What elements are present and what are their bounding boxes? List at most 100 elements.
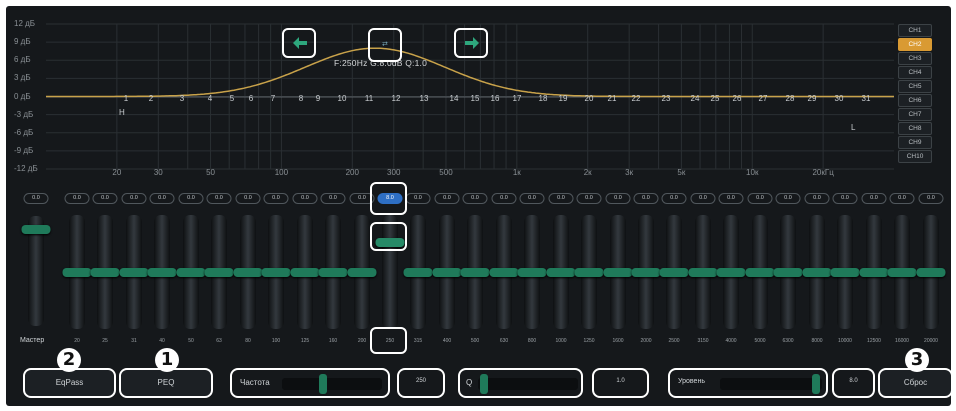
q-slider-thumb[interactable] [480, 374, 488, 394]
band-fader-8000-knob[interactable] [802, 268, 832, 277]
band-fader-12500-value[interactable]: 0.0 [861, 193, 887, 204]
band-fader-80-knob[interactable] [233, 268, 263, 277]
band-fader-2000-value[interactable]: 0.0 [633, 193, 659, 204]
band-fader-160-knob[interactable] [318, 268, 348, 277]
frequency-value-box[interactable]: 250 [397, 368, 445, 398]
band-fader-16000-value[interactable]: 0.0 [889, 193, 915, 204]
band-fader-40-value[interactable]: 0.0 [149, 193, 175, 204]
band-fader-125-value[interactable]: 0.0 [292, 193, 318, 204]
band-fader-25-knob[interactable] [90, 268, 120, 277]
selected-band-handle[interactable]: ⇄ [368, 28, 402, 62]
band-fader-31-value[interactable]: 0.0 [121, 193, 147, 204]
level-slider-track[interactable] [720, 378, 822, 390]
level-value-box[interactable]: 8.0 [832, 368, 875, 398]
channel-button-ch8[interactable]: CH8 [898, 122, 932, 135]
q-slider-track[interactable] [478, 378, 578, 390]
prev-band-button[interactable] [282, 28, 316, 58]
band-fader-63-knob[interactable] [204, 268, 234, 277]
band-fader-315-value[interactable]: 0.0 [405, 193, 431, 204]
band-fader-500-knob[interactable] [460, 268, 490, 277]
band-fader-5000-knob[interactable] [745, 268, 775, 277]
band-fader-800-knob[interactable] [517, 268, 547, 277]
band-fader-20000-value[interactable]: 0.0 [918, 193, 944, 204]
band-fader-3150-value[interactable]: 0.0 [690, 193, 716, 204]
frequency-slider-track[interactable] [282, 378, 382, 390]
band-fader-80-value[interactable]: 0.0 [235, 193, 261, 204]
level-label: Уровень [678, 378, 705, 385]
channel-button-ch1[interactable]: CH1 [898, 24, 932, 37]
band-fader-20000-knob[interactable] [916, 268, 946, 277]
band-fader-40-knob[interactable] [147, 268, 177, 277]
band-fader-10000-value[interactable]: 0.0 [832, 193, 858, 204]
band-number: 15 [470, 94, 480, 103]
band-freq-label: 3150 [697, 338, 709, 344]
band-fader-2500-knob[interactable] [659, 268, 689, 277]
channel-button-ch9[interactable]: CH9 [898, 136, 932, 149]
master-value[interactable]: 0.0 [23, 193, 49, 204]
peq-button[interactable]: PEQ [119, 368, 213, 398]
band-fader-20-knob[interactable] [62, 268, 92, 277]
band-fader-6300-knob[interactable] [773, 268, 803, 277]
band-fader-5000-value[interactable]: 0.0 [747, 193, 773, 204]
band-fader-400-value[interactable]: 0.0 [434, 193, 460, 204]
channel-button-ch7[interactable]: CH7 [898, 108, 932, 121]
band-fader-4000-value[interactable]: 0.0 [718, 193, 744, 204]
level-slider-thumb[interactable] [812, 374, 820, 394]
band-fader-200-knob[interactable] [347, 268, 377, 277]
band-fader-6300-value[interactable]: 0.0 [775, 193, 801, 204]
band-fader-63-value[interactable]: 0.0 [206, 193, 232, 204]
band-number: 10 [337, 94, 347, 103]
band-fader-1600-knob[interactable] [603, 268, 633, 277]
band-fader-25-value[interactable]: 0.0 [92, 193, 118, 204]
channel-button-ch4[interactable]: CH4 [898, 66, 932, 79]
next-band-button[interactable] [454, 28, 488, 58]
channel-button-ch3[interactable]: CH3 [898, 52, 932, 65]
band-number: 11 [364, 94, 374, 103]
eq-graph[interactable]: 12 дБ 9 дБ 6 дБ 3 дБ 0 дБ -3 дБ -6 дБ -9 дБ -12 … [6, 6, 951, 186]
band-fader-2000-knob[interactable] [631, 268, 661, 277]
master-fader-knob[interactable] [21, 225, 51, 234]
band-fader-4000-knob[interactable] [716, 268, 746, 277]
band-fader-125-knob[interactable] [290, 268, 320, 277]
band-fader-2500-value[interactable]: 0.0 [661, 193, 687, 204]
frequency-slider-thumb[interactable] [319, 374, 327, 394]
band-fader-12500-knob[interactable] [859, 268, 889, 277]
band-number: 13 [419, 94, 429, 103]
y-tick-label: -3 дБ [14, 109, 34, 119]
band-fader-16000-knob[interactable] [887, 268, 917, 277]
band-freq-label: 20000 [924, 338, 938, 344]
channel-button-ch10[interactable]: CH10 [898, 150, 932, 163]
band-fader-500-value[interactable]: 0.0 [462, 193, 488, 204]
band-fader-50-knob[interactable] [176, 268, 206, 277]
band-fader-31-knob[interactable] [119, 268, 149, 277]
q-value-box[interactable]: 1.0 [592, 368, 649, 398]
band-fader-50-value[interactable]: 0.0 [178, 193, 204, 204]
band-fader-1000-knob[interactable] [546, 268, 576, 277]
band-fader-400-knob[interactable] [432, 268, 462, 277]
band-fader-1000-value[interactable]: 0.0 [548, 193, 574, 204]
band-fader-160-value[interactable]: 0.0 [320, 193, 346, 204]
band-fader-1250-value[interactable]: 0.0 [576, 193, 602, 204]
eq-pass-button[interactable]: EqPass [23, 368, 116, 398]
channel-button-ch5[interactable]: CH5 [898, 80, 932, 93]
band-fader-100-value[interactable]: 0.0 [263, 193, 289, 204]
band-fader-3150-knob[interactable] [688, 268, 718, 277]
band-fader-100-knob[interactable] [261, 268, 291, 277]
channel-button-ch6[interactable]: CH6 [898, 94, 932, 107]
band-fader-20-value[interactable]: 0.0 [64, 193, 90, 204]
y-tick-label: 12 дБ [14, 19, 36, 28]
band-freq-label: 16000 [895, 338, 909, 344]
arrow-left-icon [293, 37, 307, 49]
band-freq-label: 200 [357, 338, 367, 344]
band-fader-1600-value[interactable]: 0.0 [605, 193, 631, 204]
channel-button-ch2[interactable]: CH2 [898, 38, 932, 51]
band-fader-10000-knob[interactable] [830, 268, 860, 277]
x-tick-label: 10к [746, 168, 759, 177]
band-fader-630-value[interactable]: 0.0 [491, 193, 517, 204]
band-fader-630-knob[interactable] [489, 268, 519, 277]
reset-button[interactable]: Сброс [878, 368, 951, 398]
band-fader-315-knob[interactable] [403, 268, 433, 277]
band-fader-8000-value[interactable]: 0.0 [804, 193, 830, 204]
band-fader-1250-knob[interactable] [574, 268, 604, 277]
band-fader-800-value[interactable]: 0.0 [519, 193, 545, 204]
